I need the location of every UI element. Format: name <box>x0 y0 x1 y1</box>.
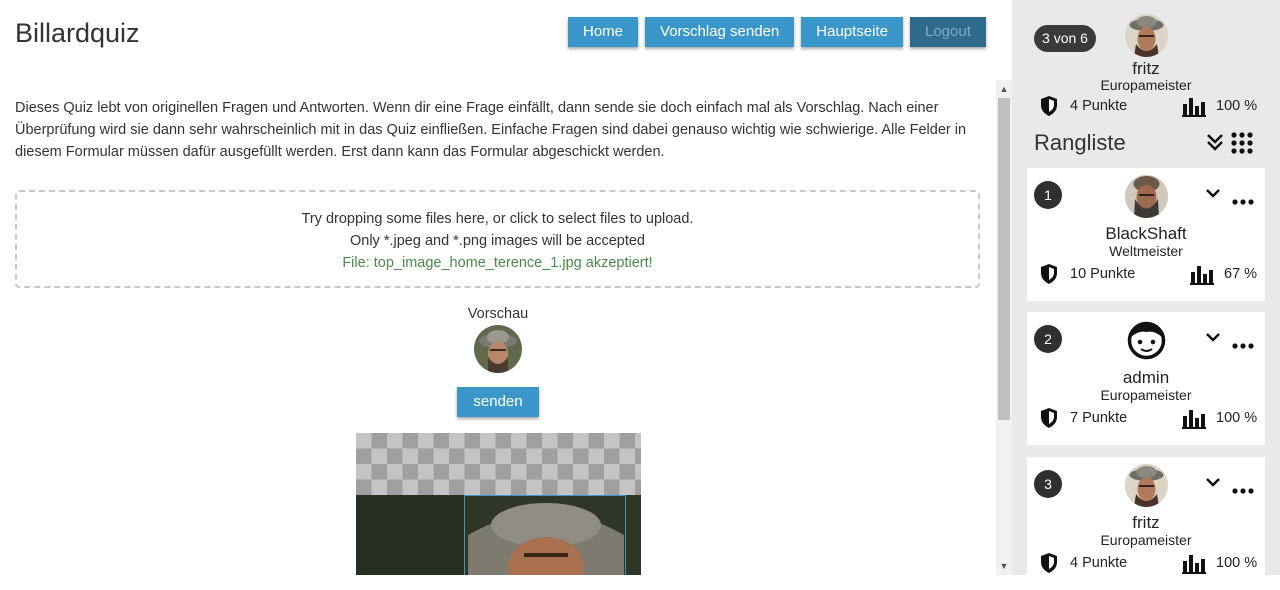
send-button[interactable]: senden <box>457 387 539 417</box>
intro-text: Dieses Quiz lebt von originellen Fragen … <box>15 100 967 160</box>
cropper-dim-overlay <box>356 495 464 575</box>
ranking-user-percent: 100 % <box>1216 410 1258 426</box>
ranking-user-rank: Europameister <box>1100 387 1192 403</box>
app-title: Billardquiz <box>15 18 140 48</box>
image-cropper[interactable] <box>356 433 641 575</box>
current-user-panel: 3 von 6 fritz Europameister 4 Punkte 100… <box>1012 0 1280 130</box>
position-badge: 3 von 6 <box>1034 25 1096 52</box>
home-button[interactable]: Home <box>568 17 639 47</box>
ranking-user-name: BlackShaft <box>1105 224 1187 243</box>
ranking-card[interactable]: 1 BlackShaft Weltmeister 10 Punkte 67 % <box>1027 168 1265 301</box>
current-user-points: 4 Punkte <box>1070 98 1128 114</box>
shield-icon <box>1039 407 1059 433</box>
ranking-user-points: 4 Punkte <box>1070 555 1128 571</box>
current-user-percent: 100 % <box>1216 98 1258 114</box>
ranking-place-badge: 3 <box>1034 470 1062 498</box>
ranking-card[interactable]: 2 admin Europameister 7 Punkte 100 % <box>1027 312 1265 445</box>
logout-button[interactable]: Logout <box>910 17 986 47</box>
ranking-place-badge: 2 <box>1034 325 1062 353</box>
bar-chart-icon <box>1182 95 1206 121</box>
chevron-down-icon[interactable] <box>1205 475 1221 493</box>
ranking-user-stats: 4 Punkte 100 % <box>1027 552 1265 574</box>
current-user-rank: Europameister <box>1100 77 1192 93</box>
vertical-scrollbar[interactable]: ▲ ▼ <box>996 80 1012 575</box>
ranking-user-points: 7 Punkte <box>1070 410 1128 426</box>
chevron-down-icon[interactable] <box>1205 186 1221 204</box>
grid-view-icon[interactable] <box>1231 132 1253 159</box>
ranking-user-rank: Europameister <box>1100 532 1192 548</box>
preview-label: Vorschau <box>467 306 529 322</box>
more-options-icon[interactable] <box>1232 481 1254 499</box>
preview-image <box>474 325 522 373</box>
ranking-place-badge: 1 <box>1034 181 1062 209</box>
suggest-button[interactable]: Vorschlag senden <box>645 17 795 47</box>
send-wrap: senden <box>0 387 996 417</box>
content-scroll-area: Dieses Quiz lebt von originellen Fragen … <box>0 80 996 575</box>
dropzone-accepted-message: File: top_image_home_terence_1.jpg akzep… <box>342 255 653 271</box>
ranking-user-stats: 7 Punkte 100 % <box>1027 407 1265 429</box>
ranking-user-name: admin <box>1122 368 1170 387</box>
ranking-user-percent: 67 % <box>1224 266 1258 282</box>
ranking-user-name: fritz <box>1132 513 1160 532</box>
main-content: Billardquiz Home Vorschlag senden Haupts… <box>0 0 1012 575</box>
more-options-icon[interactable] <box>1232 336 1254 354</box>
file-dropzone[interactable]: Try dropping some files here, or click t… <box>15 190 980 288</box>
ranking-card[interactable]: 3 fritz Europameister 4 Punkte 100 % <box>1027 457 1265 590</box>
scroll-up-icon[interactable]: ▲ <box>996 81 1012 97</box>
user-photo-icon <box>1125 464 1168 507</box>
ranking-user-percent: 100 % <box>1216 555 1258 571</box>
default-face-icon <box>1125 319 1168 362</box>
dropzone-hint: Try dropping some files here, or click t… <box>301 211 694 227</box>
bar-chart-icon <box>1182 552 1206 578</box>
crop-box[interactable] <box>464 495 626 575</box>
shield-icon <box>1039 95 1059 121</box>
user-photo-icon <box>1125 14 1168 57</box>
ranking-user-stats: 10 Punkte 67 % <box>1027 263 1265 285</box>
bar-chart-icon <box>1190 263 1214 289</box>
dropzone-formats: Only *.jpeg and *.png images will be acc… <box>349 233 645 249</box>
chevron-down-icon[interactable] <box>1205 330 1221 348</box>
ranking-user-rank: Weltmeister <box>1109 243 1183 259</box>
more-options-icon[interactable] <box>1232 192 1254 210</box>
shield-icon <box>1039 263 1059 289</box>
main-page-button[interactable]: Hauptseite <box>801 17 903 47</box>
top-navigation: Home Vorschlag senden Hauptseite Logout <box>568 17 986 47</box>
user-photo-icon <box>1125 175 1168 218</box>
scrollbar-thumb[interactable] <box>998 98 1010 420</box>
collapse-all-icon[interactable] <box>1206 132 1224 157</box>
scroll-down-icon[interactable]: ▼ <box>996 558 1012 574</box>
current-user-name: fritz <box>1132 59 1160 78</box>
shield-icon <box>1039 552 1059 578</box>
current-user-stats: 4 Punkte 100 % <box>1012 95 1280 117</box>
bar-chart-icon <box>1182 407 1206 433</box>
ranking-title: Rangliste <box>1034 130 1126 155</box>
sidebar: 3 von 6 fritz Europameister 4 Punkte 100… <box>1012 0 1280 590</box>
ranking-user-points: 10 Punkte <box>1070 266 1136 282</box>
